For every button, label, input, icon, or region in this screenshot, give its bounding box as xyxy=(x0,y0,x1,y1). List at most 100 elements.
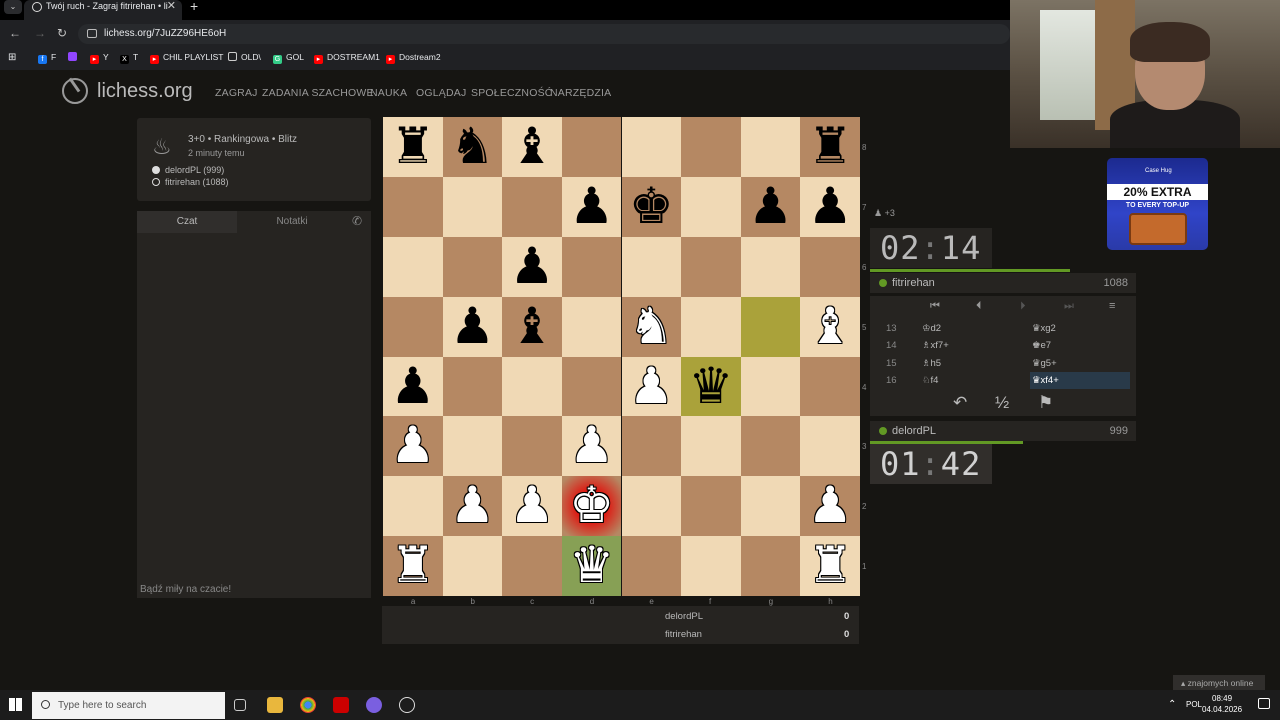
next-move-icon[interactable]: ⏵ xyxy=(1020,300,1026,313)
chrome-icon[interactable] xyxy=(300,697,316,713)
white-queen-d1[interactable]: ♛ xyxy=(562,536,622,596)
square-e1[interactable] xyxy=(621,536,682,597)
square-g8[interactable] xyxy=(740,117,801,177)
resign-flag-icon[interactable]: ⚑ xyxy=(1038,393,1053,413)
square-c3[interactable] xyxy=(502,416,562,477)
bookmark-dostream2[interactable]: ▸ Dostream2 xyxy=(386,52,441,64)
language-indicator[interactable]: POL xyxy=(1186,700,1202,709)
system-clock[interactable]: 08:49 04.04.2026 xyxy=(1202,693,1242,715)
player-name[interactable]: delordPL 999 xyxy=(870,421,1136,441)
windows-start-icon[interactable] xyxy=(9,698,22,711)
info-black-player[interactable]: fitrirehan (1088) xyxy=(152,177,229,187)
ad-banner[interactable]: Case Hug 20% EXTRA TO EVERY TOP-UP xyxy=(1107,158,1208,250)
square-b4[interactable] xyxy=(442,356,503,417)
square-d8[interactable] xyxy=(561,117,622,177)
tab-chat[interactable]: Czat xyxy=(137,211,237,233)
white-knight-e5[interactable]: ♞ xyxy=(622,297,682,357)
takeback-icon[interactable]: ↶ xyxy=(953,393,967,413)
menu-zagraj[interactable]: ZAGRAJ xyxy=(215,87,258,99)
phone-icon[interactable]: ✆ xyxy=(352,214,362,228)
square-b1[interactable] xyxy=(442,536,503,597)
black-rook-h8[interactable]: ♜ xyxy=(800,117,860,177)
file-explorer-icon[interactable] xyxy=(267,697,283,713)
square-g5[interactable] xyxy=(740,296,801,357)
taskbar-search[interactable]: Type here to search xyxy=(32,692,225,719)
square-h6[interactable] xyxy=(800,236,860,297)
opponent-name[interactable]: fitrirehan 1088 xyxy=(870,273,1136,293)
menu-ogladaj[interactable]: OGLĄDAJ xyxy=(416,87,466,99)
offer-draw-button[interactable]: ½ xyxy=(995,393,1009,413)
square-a6[interactable] xyxy=(383,236,443,297)
bookmark-y[interactable]: ▸ Y xyxy=(90,52,109,64)
menu-narzedzia[interactable]: NARZĘDZIA xyxy=(550,87,611,99)
square-f3[interactable] xyxy=(681,416,741,477)
bookmark-chil-playlist[interactable]: ▸ CHIL PLAYLIST xyxy=(150,52,223,64)
bookmark-twitch[interactable] xyxy=(68,52,81,62)
white-pawn-e4[interactable]: ♟ xyxy=(622,357,682,417)
lichess-logo-icon[interactable] xyxy=(62,78,88,104)
tray-chevron-icon[interactable]: ⌃ xyxy=(1168,699,1176,710)
menu-icon[interactable]: ≡ xyxy=(1109,300,1115,312)
square-d5[interactable] xyxy=(561,296,622,357)
square-g2[interactable] xyxy=(740,476,801,537)
move-row[interactable]: 14 ♗xf7+ ♚e7 xyxy=(870,337,1136,354)
prev-move-icon[interactable]: ⏴ xyxy=(976,300,982,313)
friends-online-button[interactable]: ▴ znajomych online xyxy=(1173,675,1265,691)
square-c1[interactable] xyxy=(502,536,562,597)
square-d4[interactable] xyxy=(561,356,622,417)
square-f8[interactable] xyxy=(681,117,741,177)
apps-icon[interactable]: ⊞ xyxy=(8,52,16,63)
square-f7[interactable] xyxy=(681,176,741,237)
square-g1[interactable] xyxy=(740,536,801,597)
square-c7[interactable] xyxy=(502,176,562,237)
square-b3[interactable] xyxy=(442,416,503,477)
black-knight-b8[interactable]: ♞ xyxy=(443,117,503,177)
black-pawn-a4[interactable]: ♟ xyxy=(383,357,443,417)
white-king-d2[interactable]: ♚ xyxy=(562,476,622,536)
white-pawn-h2[interactable]: ♟ xyxy=(800,476,860,536)
last-move-icon[interactable]: ⏭ xyxy=(1064,300,1074,313)
black-bishop-c8[interactable]: ♝ xyxy=(502,117,562,177)
white-bishop-h5[interactable]: ♝ xyxy=(800,297,860,357)
obs-icon[interactable] xyxy=(399,697,415,713)
white-pawn-d3[interactable]: ♟ xyxy=(562,416,622,476)
white-rook-h1[interactable]: ♜ xyxy=(800,536,860,596)
notifications-icon[interactable] xyxy=(1258,698,1270,709)
tab-notes[interactable]: Notatki xyxy=(242,211,342,233)
square-c4[interactable] xyxy=(502,356,562,417)
browser-tab[interactable]: Twój ruch - Zagraj fitrirehan • li ✕ xyxy=(24,0,182,20)
square-e2[interactable] xyxy=(621,476,682,537)
site-info-icon[interactable] xyxy=(87,29,97,38)
square-a7[interactable] xyxy=(383,176,443,237)
forward-icon[interactable]: → xyxy=(34,26,46,40)
white-pawn-b2[interactable]: ♟ xyxy=(443,476,503,536)
square-d6[interactable] xyxy=(561,236,622,297)
square-e3[interactable] xyxy=(621,416,682,477)
chat-input[interactable]: Bądź miły na czacie! xyxy=(140,584,231,595)
url-input[interactable]: lichess.org/7JuZZ96HE6oH xyxy=(78,24,1010,44)
black-pawn-h7[interactable]: ♟ xyxy=(800,177,860,237)
info-white-player[interactable]: delordPL (999) xyxy=(152,165,224,175)
bookmark-folder-old[interactable]: OLD\ xyxy=(228,52,261,62)
square-g3[interactable] xyxy=(740,416,801,477)
square-b7[interactable] xyxy=(442,176,503,237)
new-tab-button[interactable]: + xyxy=(190,0,198,14)
black-bishop-c5[interactable]: ♝ xyxy=(502,297,562,357)
back-icon[interactable]: ← xyxy=(9,26,21,40)
black-pawn-c6[interactable]: ♟ xyxy=(502,237,562,297)
chess-board[interactable]: ♜ ♞ ♝ ♜ ♟ ♚ ♟ ♟ ♟ ♟ ♝ ♞ ♝ ♟ ♟ ♛ ♟ ♟ ♟ ♟ ♚ ♟ ♜ ♛ ♜ xyxy=(383,117,860,597)
square-f2[interactable] xyxy=(681,476,741,537)
square-h4[interactable] xyxy=(800,356,860,417)
square-a2[interactable] xyxy=(383,476,443,537)
white-pawn-a3[interactable]: ♟ xyxy=(383,416,443,476)
black-queen-f4[interactable]: ♛ xyxy=(681,357,741,417)
reload-icon[interactable]: ↻ xyxy=(57,26,67,40)
square-a5[interactable] xyxy=(383,296,443,357)
square-h3[interactable] xyxy=(800,416,860,477)
white-pawn-c2[interactable]: ♟ xyxy=(502,476,562,536)
black-pawn-b5[interactable]: ♟ xyxy=(443,297,503,357)
square-f1[interactable] xyxy=(681,536,741,597)
app-icon-red[interactable] xyxy=(333,697,349,713)
black-rook-a8[interactable]: ♜ xyxy=(383,117,443,177)
move-row[interactable]: 16 ♘f4 ♛xf4+ xyxy=(870,372,1136,389)
